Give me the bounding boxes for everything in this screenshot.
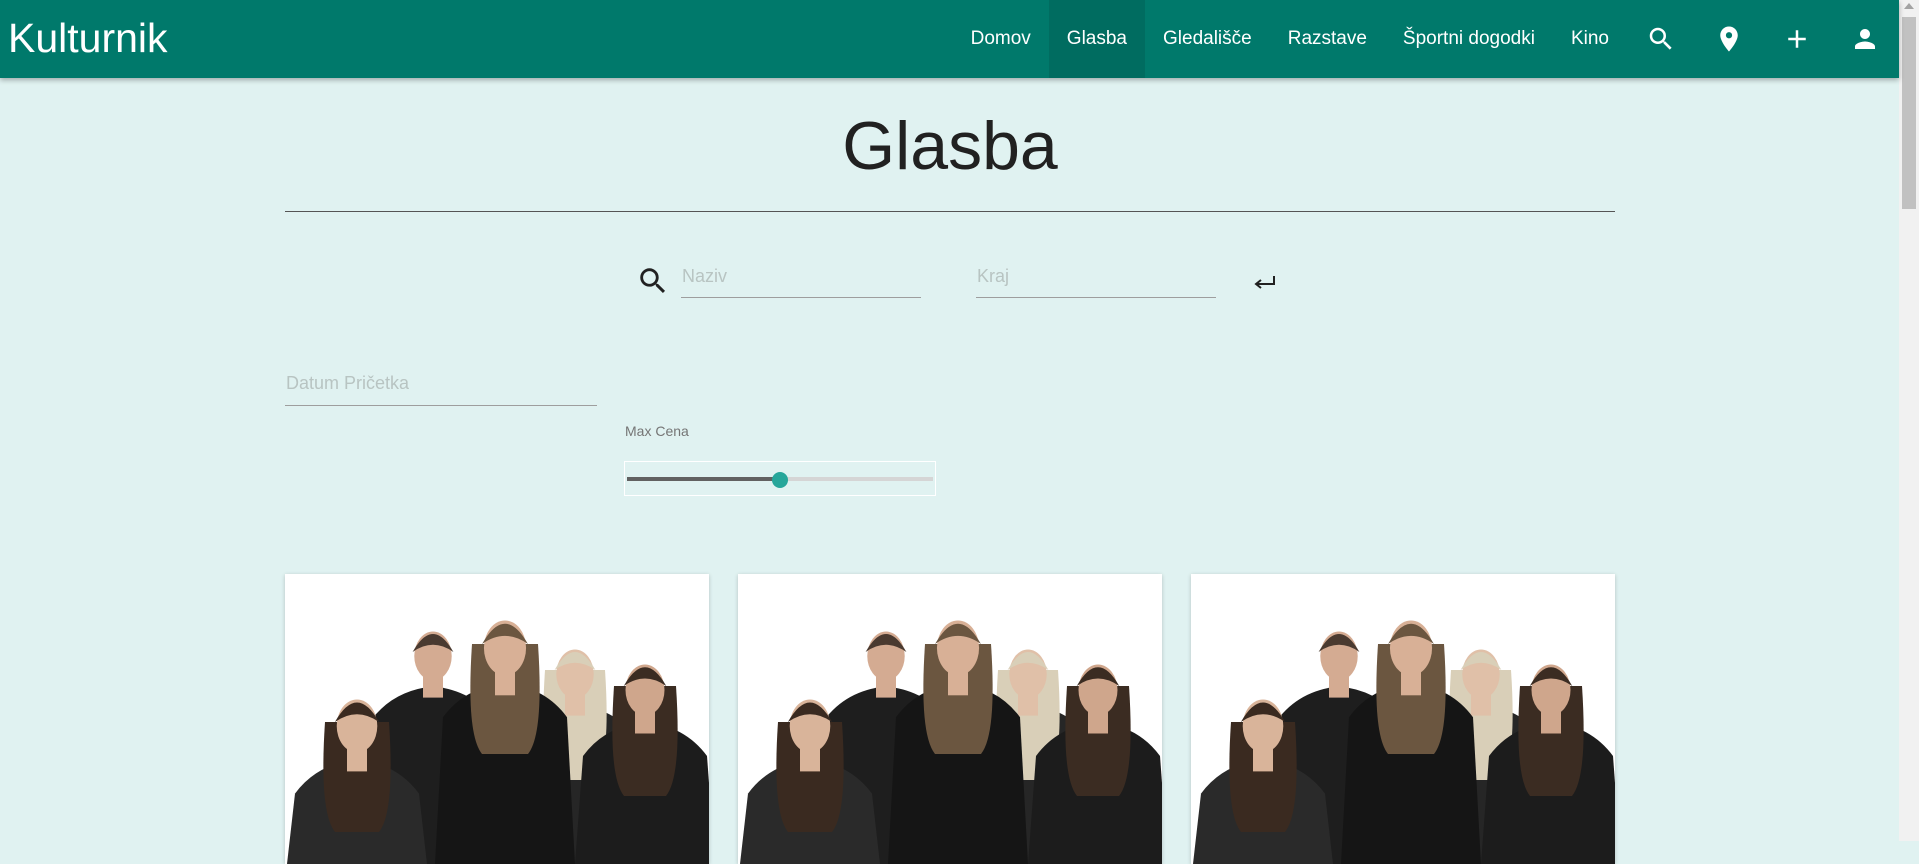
- naziv-input[interactable]: [681, 255, 921, 298]
- band-photo: [1191, 574, 1615, 864]
- page-title: Glasba: [285, 106, 1615, 186]
- navbar: Kulturnik Domov Glasba Gledališče Razsta…: [0, 0, 1899, 78]
- title-divider: [285, 211, 1615, 212]
- nav-link-glasba[interactable]: Glasba: [1049, 0, 1145, 78]
- nav-links: Domov Glasba Gledališče Razstave Športni…: [953, 0, 1899, 78]
- nav-link-domov[interactable]: Domov: [953, 0, 1049, 78]
- event-card[interactable]: [738, 574, 1162, 864]
- kraj-input[interactable]: [976, 255, 1216, 298]
- nav-link-gledalisce[interactable]: Gledališče: [1145, 0, 1270, 78]
- search-icon: [636, 264, 670, 298]
- plus-icon[interactable]: [1763, 0, 1831, 78]
- band-photo: [738, 574, 1162, 864]
- max-cena-label: Max Cena: [625, 423, 689, 439]
- account-icon[interactable]: [1831, 0, 1899, 78]
- event-card[interactable]: [285, 574, 709, 864]
- event-cards: [285, 574, 1615, 841]
- enter-arrow-icon[interactable]: [1252, 272, 1278, 294]
- nav-link-kino[interactable]: Kino: [1553, 0, 1627, 78]
- scrollbar-thumb[interactable]: [1902, 17, 1916, 209]
- nav-link-sportni-dogodki[interactable]: Športni dogodki: [1385, 0, 1553, 78]
- slider-thumb[interactable]: [772, 472, 788, 488]
- event-card[interactable]: [1191, 574, 1615, 864]
- max-cena-slider[interactable]: [624, 461, 936, 496]
- datum-pricetka-input[interactable]: [285, 361, 597, 406]
- location-pin-icon[interactable]: [1695, 0, 1763, 78]
- slider-fill: [627, 477, 780, 481]
- band-photo: [285, 574, 709, 864]
- search-icon[interactable]: [1627, 0, 1695, 78]
- brand-logo[interactable]: Kulturnik: [8, 12, 168, 64]
- scrollbar[interactable]: [1899, 0, 1919, 841]
- scroll-up-arrow-icon[interactable]: [1904, 3, 1914, 9]
- nav-link-razstave[interactable]: Razstave: [1270, 0, 1385, 78]
